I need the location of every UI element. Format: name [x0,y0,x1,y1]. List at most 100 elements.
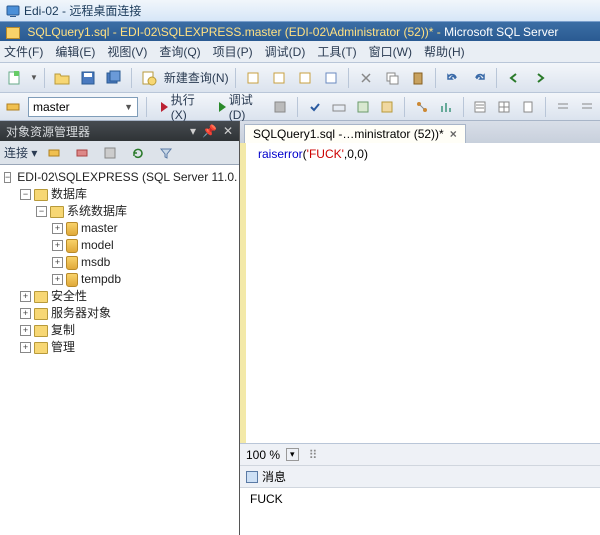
menu-edit[interactable]: 编辑(E) [55,43,95,60]
nav-back-button[interactable] [503,67,525,89]
code-editor[interactable]: raiserror('FUCK',0,0) [240,143,600,443]
tree-security-node[interactable]: +安全性 [2,288,237,305]
include-stats-button[interactable] [437,96,455,118]
tree-db-model[interactable]: +model [2,237,237,254]
tb-btn-c[interactable] [294,67,316,89]
expand-icon[interactable]: + [52,274,63,285]
expand-icon[interactable]: + [52,223,63,234]
expand-icon[interactable]: + [20,291,31,302]
messages-pane[interactable]: FUCK [240,487,600,535]
main-area: 对象资源管理器 ▾ 📌 ✕ 连接 ▾ −EDI-02\SQLEXPRESS (S… [0,121,600,535]
query-options-button[interactable] [354,96,372,118]
expand-icon[interactable]: + [20,342,31,353]
menu-query[interactable]: 查询(Q) [159,43,200,60]
tree-sysdb-node[interactable]: −系统数据库 [2,203,237,220]
stop-button-2[interactable] [99,142,121,164]
save-all-button[interactable] [103,67,125,89]
save-button[interactable] [77,67,99,89]
editor-tab[interactable]: SQLQuery1.sql -…ministrator (52))* × [244,124,466,143]
database-selector[interactable]: master ▼ [28,97,138,117]
object-tree[interactable]: −EDI-02\SQLEXPRESS (SQL Server 11.0. −数据… [0,165,239,535]
menubar: 文件(F) 编辑(E) 视图(V) 查询(Q) 项目(P) 调试(D) 工具(T… [0,41,600,63]
debug-button[interactable]: 调试(D) [213,89,265,124]
rdp-icon [6,4,20,18]
results-to-file-button[interactable] [519,96,537,118]
tree-db-master[interactable]: +master [2,220,237,237]
comment-button[interactable] [554,96,572,118]
expand-icon[interactable]: + [20,325,31,336]
refresh-button[interactable] [127,142,149,164]
menu-window[interactable]: 窗口(W) [369,43,412,60]
parse-button[interactable] [306,96,324,118]
folder-icon [34,325,48,337]
filter-button[interactable] [155,142,177,164]
paste-button[interactable] [407,67,429,89]
menu-tools[interactable]: 工具(T) [317,43,356,60]
include-plan-button[interactable] [413,96,431,118]
expand-icon[interactable]: + [52,257,63,268]
panel-toolbar: 连接 ▾ [0,141,239,165]
disconnect-button[interactable] [71,142,93,164]
menu-help[interactable]: 帮助(H) [424,43,465,60]
tree-replication-node[interactable]: +复制 [2,322,237,339]
new-query-button[interactable] [138,67,160,89]
toolbar-query: master ▼ 执行(X) 调试(D) [0,93,600,121]
connection-button[interactable] [4,96,22,118]
copy-button[interactable] [381,67,403,89]
redo-button[interactable] [468,67,490,89]
new-project-button[interactable] [4,67,26,89]
database-icon [66,273,78,287]
menu-file[interactable]: 文件(F) [4,43,43,60]
tab-close-icon[interactable]: × [450,127,457,141]
tree-management-node[interactable]: +管理 [2,339,237,356]
estimated-plan-button[interactable] [330,96,348,118]
panel-pin-icon[interactable]: 📌 [202,124,217,138]
separator [235,68,236,88]
execute-button[interactable]: 执行(X) [155,89,207,124]
separator [44,68,45,88]
messages-tab[interactable]: 消息 [262,468,286,485]
tree-db-tempdb[interactable]: +tempdb [2,271,237,288]
connect-button[interactable] [43,142,65,164]
stop-button[interactable] [271,96,289,118]
tb-btn-b[interactable] [268,67,290,89]
object-explorer-panel: 对象资源管理器 ▾ 📌 ✕ 连接 ▾ −EDI-02\SQLEXPRESS (S… [0,121,240,535]
tree-server-node[interactable]: −EDI-02\SQLEXPRESS (SQL Server 11.0. [2,169,237,186]
intellisense-button[interactable] [378,96,396,118]
connect-dropdown[interactable]: 连接 ▾ [4,144,37,161]
separator [131,68,132,88]
dropdown-icon[interactable]: ▼ [30,73,38,82]
expand-icon[interactable]: + [52,240,63,251]
panel-title: 对象资源管理器 [6,123,90,140]
expand-icon[interactable]: + [20,308,31,319]
menu-debug[interactable]: 调试(D) [265,43,306,60]
splitter-icon[interactable]: ⠿ [309,448,318,462]
tree-databases-node[interactable]: −数据库 [2,186,237,203]
collapse-icon[interactable]: − [20,189,31,200]
collapse-icon[interactable]: − [36,206,47,217]
tree-serverobj-node[interactable]: + 服务器对象 [2,305,237,322]
tb-btn-a[interactable] [242,67,264,89]
results-to-grid-button[interactable] [495,96,513,118]
nav-fwd-button[interactable] [529,67,551,89]
cut-button[interactable] [355,67,377,89]
tree-serverobj-label: 服务器对象 [51,305,111,322]
new-query-label[interactable]: 新建查询(N) [164,69,229,86]
tb-btn-d[interactable] [320,67,342,89]
panel-close-icon[interactable]: ✕ [223,124,233,138]
tree-db-msdb[interactable]: +msdb [2,254,237,271]
folder-icon [34,189,48,201]
zoom-dropdown-icon[interactable]: ▾ [286,448,299,461]
undo-button[interactable] [442,67,464,89]
zoom-value[interactable]: 100 % [246,448,280,462]
code-string: 'FUCK' [307,147,344,161]
uncomment-button[interactable] [578,96,596,118]
open-file-button[interactable] [51,67,73,89]
menu-project[interactable]: 项目(P) [213,43,253,60]
collapse-icon[interactable]: − [4,172,11,183]
tree-server-label: EDI-02\SQLEXPRESS (SQL Server 11.0. [17,169,237,186]
messages-icon [246,471,258,483]
menu-view[interactable]: 视图(V) [107,43,147,60]
results-to-text-button[interactable] [471,96,489,118]
panel-dropdown-icon[interactable]: ▾ [190,124,196,138]
